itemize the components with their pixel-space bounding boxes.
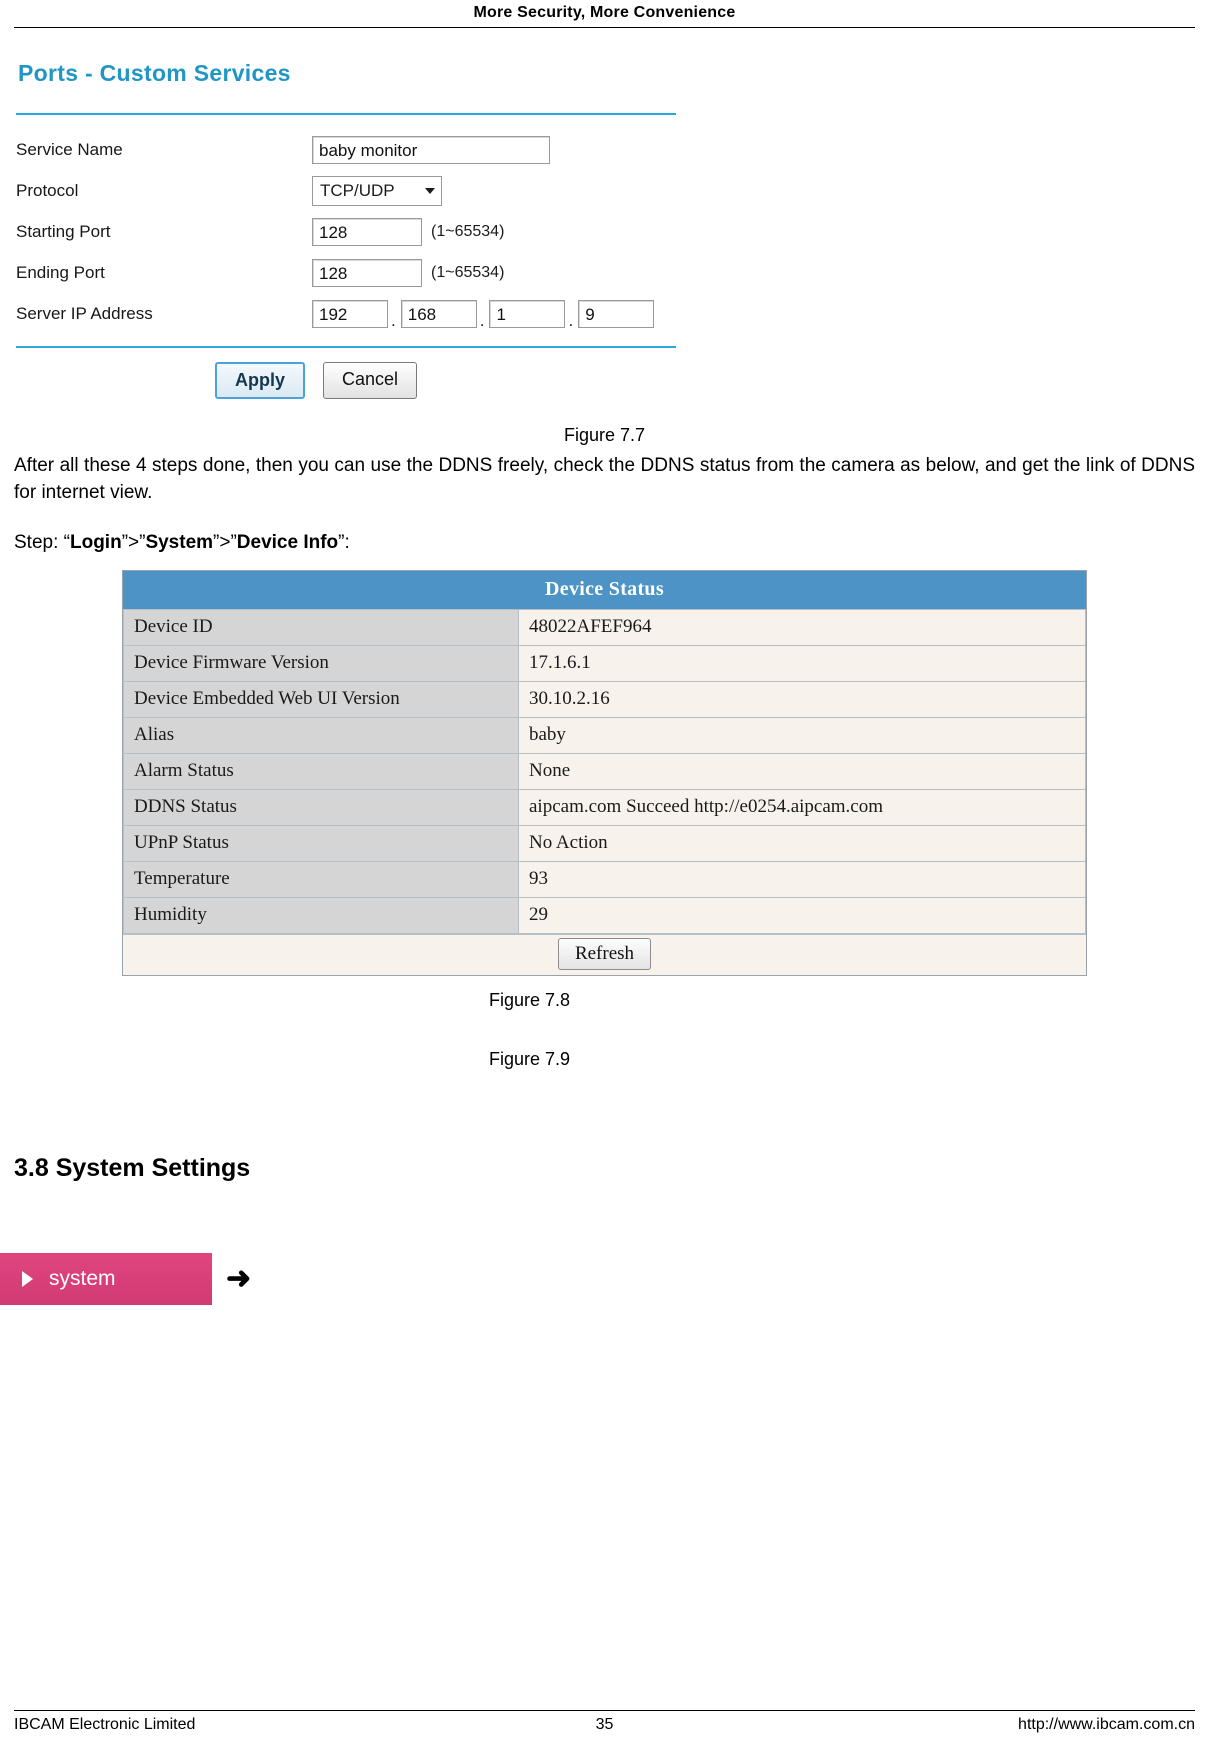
- ip-separator-2: .: [479, 311, 485, 330]
- ip-separator-3: .: [568, 311, 574, 330]
- ending-port-input[interactable]: 128: [312, 258, 422, 287]
- row-key: Alarm Status: [123, 753, 519, 790]
- step-suffix: ”:: [338, 532, 350, 553]
- chevron-down-icon: [425, 187, 435, 194]
- table-row: Alias baby: [123, 717, 1086, 754]
- figure-7-8-caption: Figure 7.8: [488, 990, 571, 1010]
- row-value: aipcam.com Succeed http://e0254.aipcam.c…: [518, 789, 1086, 826]
- document-page: More Security, More Convenience Ports - …: [0, 0, 1209, 1748]
- starting-port-hint: (1~65534): [431, 222, 505, 240]
- step-device-info: Device Info: [236, 532, 339, 553]
- ending-port-row: Ending Port 128 (1~65534): [16, 252, 676, 293]
- row-key: Temperature: [123, 861, 519, 898]
- row-value: 93: [518, 861, 1086, 898]
- device-status-title: Device Status: [123, 571, 1086, 609]
- document-footer: IBCAM Electronic Limited http://www.ibca…: [0, 1710, 1209, 1734]
- step-login: Login: [69, 532, 122, 553]
- row-key: Device ID: [123, 609, 519, 646]
- footer-website[interactable]: http://www.ibcam.com.cn: [1018, 1716, 1195, 1734]
- server-ip-octet-3[interactable]: 1: [489, 299, 566, 328]
- footer-divider: [14, 1710, 1195, 1711]
- protocol-row: Protocol TCP/UDP: [16, 170, 676, 211]
- ip-separator-1: .: [391, 311, 396, 330]
- row-key: Humidity: [123, 897, 519, 934]
- table-row: Alarm Status None: [123, 753, 1086, 790]
- step-system: System: [145, 532, 214, 553]
- device-status-table: Device ID 48022AFEF964 Device Firmware V…: [123, 609, 1086, 934]
- table-row: Device ID 48022AFEF964: [123, 609, 1086, 646]
- server-ip-octet-1[interactable]: 192: [312, 299, 388, 328]
- footer-row: IBCAM Electronic Limited http://www.ibca…: [14, 1716, 1195, 1734]
- starting-port-row: Starting Port 128 (1~65534): [16, 211, 676, 252]
- server-ip-octet-4[interactable]: 9: [578, 299, 655, 328]
- row-key: UPnP Status: [123, 825, 519, 862]
- step-sep-1: ”>”: [121, 532, 146, 553]
- ending-port-label: Ending Port: [16, 262, 105, 282]
- service-name-input[interactable]: baby monitor: [312, 135, 550, 164]
- step-sep-2: ”>”: [213, 532, 237, 553]
- panel-bottom-divider: [16, 346, 676, 348]
- service-name-row: Service Name baby monitor: [16, 129, 676, 170]
- row-value: None: [518, 753, 1086, 790]
- ports-custom-services-title: Ports - Custom Services: [18, 60, 291, 86]
- row-value: 30.10.2.16: [518, 681, 1086, 718]
- server-ip-label: Server IP Address: [16, 303, 153, 323]
- table-row: Device Firmware Version 17.1.6.1: [123, 645, 1086, 682]
- header-divider: [14, 27, 1195, 28]
- table-row: Device Embedded Web UI Version 30.10.2.1…: [123, 681, 1086, 718]
- panel-top-divider: [16, 113, 676, 115]
- server-ip-row: Server IP Address 192 . 168 . 1 . 9: [16, 293, 676, 334]
- row-value: No Action: [518, 825, 1086, 862]
- ports-config-panel: Service Name baby monitor Protocol TCP/U…: [16, 113, 676, 399]
- device-status-panel: Device Status Device ID 48022AFEF964 Dev…: [122, 570, 1087, 976]
- row-key: Device Embedded Web UI Version: [123, 681, 519, 718]
- server-ip-octet-2[interactable]: 168: [400, 299, 477, 328]
- footer-company: IBCAM Electronic Limited: [14, 1716, 196, 1733]
- row-value: 17.1.6.1: [518, 645, 1086, 682]
- starting-port-label: Starting Port: [16, 221, 111, 241]
- device-status-footer: Refresh: [123, 934, 1086, 975]
- protocol-label: Protocol: [16, 180, 79, 200]
- ddns-paragraph: After all these 4 steps done, then you c…: [14, 455, 1195, 503]
- apply-button[interactable]: Apply: [214, 362, 305, 399]
- table-row: Temperature 93: [123, 861, 1086, 898]
- service-name-label: Service Name: [16, 139, 123, 159]
- triangle-right-icon: [22, 1271, 33, 1287]
- arrow-right-icon: ➜: [226, 1262, 252, 1295]
- protocol-select-value: TCP/UDP: [320, 180, 395, 200]
- step-instruction: Step: “Login”>”System”>”Device Info”:: [14, 532, 1195, 554]
- system-button-area: system ➜: [0, 1253, 1195, 1305]
- figure-7-7-caption: Figure 7.7: [563, 425, 646, 445]
- panel-button-row: Apply Cancel: [16, 362, 616, 399]
- document-header-title: More Security, More Convenience: [473, 4, 736, 21]
- table-row: UPnP Status No Action: [123, 825, 1086, 862]
- table-row: DDNS Status aipcam.com Succeed http://e0…: [123, 789, 1086, 826]
- system-nav-button[interactable]: system: [0, 1253, 212, 1305]
- ending-port-hint: (1~65534): [431, 263, 505, 281]
- protocol-select[interactable]: TCP/UDP: [312, 175, 442, 206]
- step-prefix: Step: “: [14, 532, 70, 553]
- row-key: DDNS Status: [123, 789, 519, 826]
- row-value: 29: [518, 897, 1086, 934]
- figure-7-9-caption: Figure 7.9: [488, 1049, 571, 1069]
- refresh-button[interactable]: Refresh: [557, 938, 652, 970]
- table-row: Humidity 29: [123, 897, 1086, 934]
- cancel-button[interactable]: Cancel: [322, 362, 418, 399]
- row-key: Alias: [123, 717, 519, 754]
- row-key: Device Firmware Version: [123, 645, 519, 682]
- starting-port-input[interactable]: 128: [312, 217, 422, 246]
- system-nav-button-label: system: [49, 1267, 116, 1290]
- row-value: baby: [518, 717, 1086, 754]
- section-heading-3-8: 3.8 System Settings: [14, 1154, 251, 1182]
- row-value: 48022AFEF964: [518, 609, 1086, 646]
